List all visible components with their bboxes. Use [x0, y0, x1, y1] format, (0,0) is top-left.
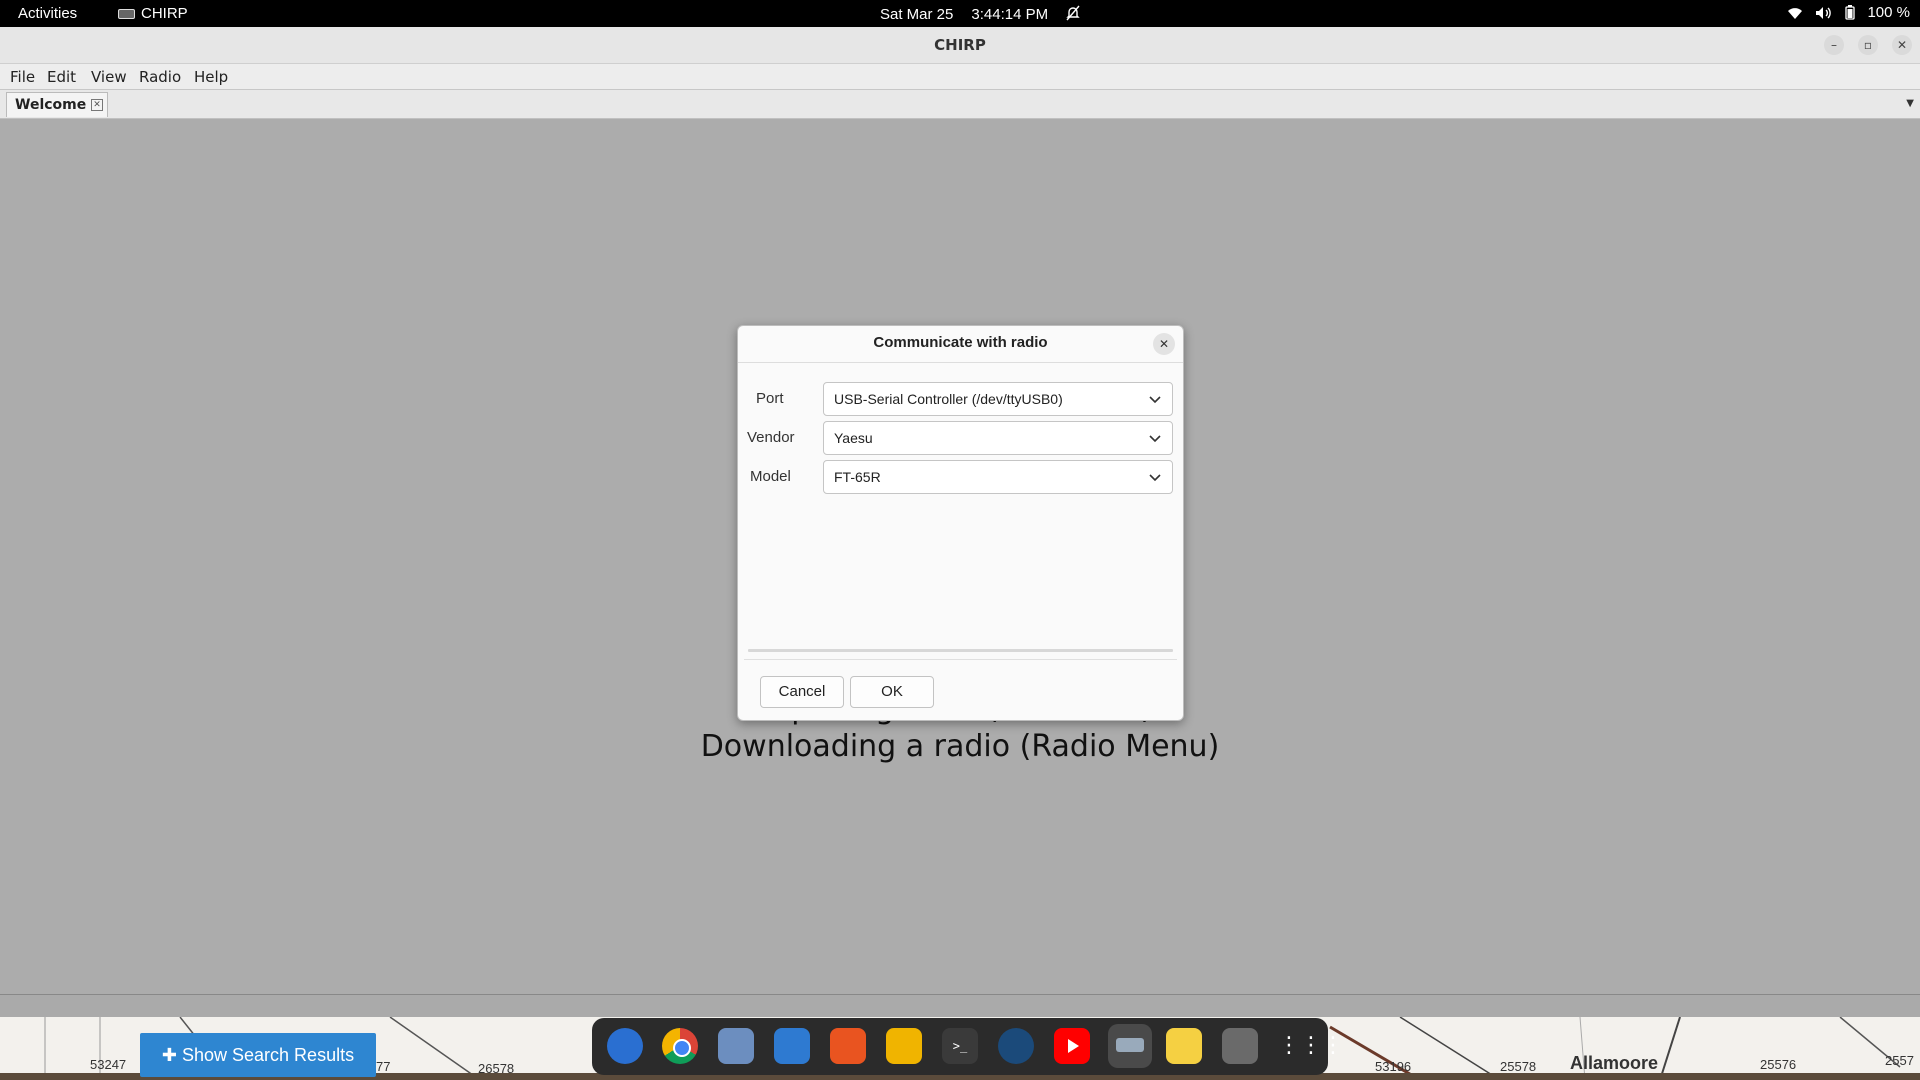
tab-list-dropdown-icon[interactable]: ▼ — [1906, 98, 1914, 109]
vendor-select[interactable]: Yaesu — [823, 421, 1173, 455]
port-value: USB-Serial Controller (/dev/ttyUSB0) — [834, 391, 1063, 407]
chrome-icon[interactable] — [662, 1028, 698, 1064]
vendor-label: Vendor — [747, 429, 795, 446]
map-label: 53247 — [90, 1057, 127, 1072]
chevron-down-icon — [1149, 474, 1161, 482]
volume-icon — [1815, 6, 1833, 20]
close-tab-icon[interactable]: ✕ — [91, 99, 103, 111]
dialog-header-divider — [738, 362, 1183, 363]
maximize-button[interactable]: ▫ — [1858, 35, 1878, 55]
model-value: FT-65R — [834, 469, 881, 485]
map-label: 25576 — [1760, 1057, 1797, 1072]
app-menu[interactable]: CHIRP — [118, 5, 188, 22]
port-select[interactable]: USB-Serial Controller (/dev/ttyUSB0) — [823, 382, 1173, 416]
steam-icon[interactable] — [998, 1028, 1034, 1064]
menu-bar: File Edit View Radio Help — [0, 64, 1920, 90]
chevron-down-icon — [1149, 396, 1161, 404]
model-select[interactable]: FT-65R — [823, 460, 1173, 494]
search-results-label: Show Search Results — [182, 1045, 355, 1065]
map-label: 2557 — [1885, 1053, 1914, 1068]
dialog-close-button[interactable]: ✕ — [1153, 333, 1175, 355]
welcome-line-2: Downloading a radio (Radio Menu) — [700, 729, 1220, 764]
notification-muted-icon — [1066, 5, 1080, 24]
menu-edit[interactable]: Edit — [47, 68, 76, 86]
close-window-button[interactable]: ✕ — [1892, 35, 1912, 55]
thunderbird-icon[interactable] — [607, 1028, 643, 1064]
port-label: Port — [756, 390, 784, 407]
show-search-results-button[interactable]: ✚ Show Search Results — [140, 1033, 376, 1077]
system-top-bar: Activities CHIRP Sat Mar 25 3:44:14 PM 1… — [0, 0, 1920, 27]
menu-help[interactable]: Help — [194, 68, 228, 86]
minimize-button[interactable]: – — [1824, 35, 1844, 55]
calculator-icon[interactable] — [886, 1028, 922, 1064]
activities-button[interactable]: Activities — [18, 5, 77, 22]
dialog-footer-divider — [744, 659, 1177, 660]
chirp-icon[interactable] — [1108, 1024, 1152, 1068]
map-label: Allamoore — [1570, 1053, 1659, 1073]
cancel-button[interactable]: Cancel — [760, 676, 844, 708]
menu-view[interactable]: View — [91, 68, 127, 86]
progress-bar — [748, 649, 1173, 652]
window-title: CHIRP — [934, 36, 986, 54]
window-title-bar[interactable]: CHIRP – ▫ ✕ — [0, 27, 1920, 64]
chevron-down-icon — [1149, 435, 1161, 443]
youtube-icon[interactable] — [1054, 1028, 1090, 1064]
battery-icon — [1845, 5, 1856, 20]
trash-icon[interactable] — [1222, 1028, 1258, 1064]
map-label: 77 — [376, 1059, 391, 1074]
text-editor-icon[interactable] — [774, 1028, 810, 1064]
wifi-icon — [1787, 6, 1803, 20]
plus-icon: ✚ — [161, 1045, 177, 1065]
system-status-area[interactable]: 100 % — [1787, 4, 1910, 21]
map-label: 53196 — [1375, 1059, 1412, 1074]
time-label: 3:44:14 PM — [971, 6, 1049, 23]
ok-button[interactable]: OK — [850, 676, 934, 708]
battery-percent: 100 % — [1867, 4, 1910, 21]
vendor-value: Yaesu — [834, 430, 873, 446]
menu-file[interactable]: File — [10, 68, 35, 86]
app-grid-icon[interactable]: ⋮⋮⋮ — [1278, 1028, 1344, 1064]
tab-bar: Welcome ✕ ▼ — [0, 90, 1920, 119]
dock: >_ ⋮⋮⋮ — [592, 1018, 1344, 1075]
app-center-icon[interactable] — [830, 1028, 866, 1064]
map-label: 25578 — [1500, 1059, 1537, 1074]
menu-radio[interactable]: Radio — [139, 68, 181, 86]
communicate-dialog: Communicate with radio ✕ Port USB-Serial… — [737, 325, 1184, 721]
date-label: Sat Mar 25 — [880, 6, 954, 23]
tab-welcome-label: Welcome — [15, 97, 87, 113]
terminal-icon[interactable]: >_ — [942, 1028, 978, 1064]
keyboard-icon — [118, 8, 135, 19]
clock[interactable]: Sat Mar 25 3:44:14 PM — [880, 5, 1080, 24]
model-label: Model — [750, 468, 791, 485]
dialog-title: Communicate with radio — [873, 334, 1048, 351]
notes-icon[interactable] — [1166, 1028, 1202, 1064]
tab-welcome[interactable]: Welcome ✕ — [6, 92, 108, 117]
app-menu-label: CHIRP — [141, 5, 188, 22]
files-icon[interactable] — [718, 1028, 754, 1064]
